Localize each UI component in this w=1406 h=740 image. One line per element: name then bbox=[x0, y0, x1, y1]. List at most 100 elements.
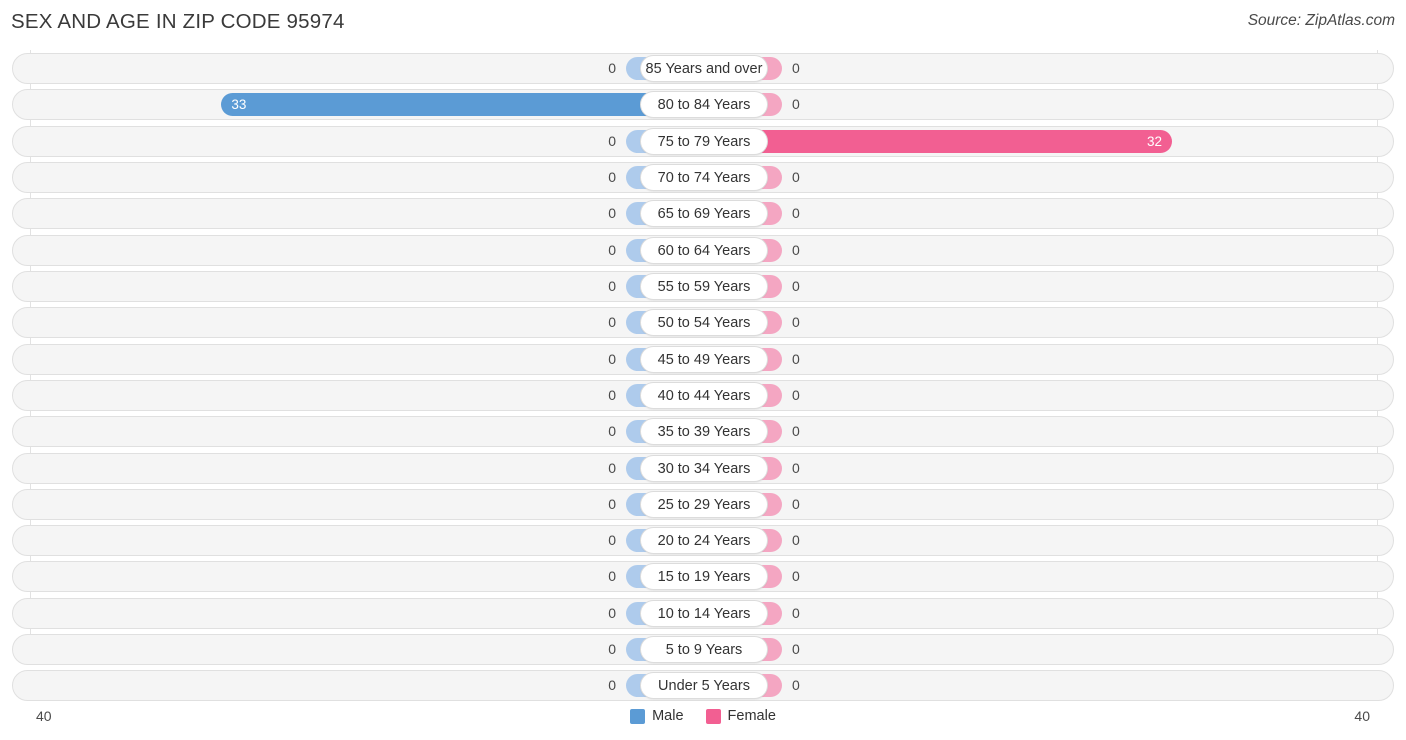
legend-swatch-female-icon bbox=[705, 708, 721, 724]
bar-value-female: 0 bbox=[792, 60, 800, 76]
row-content: 0 0 50 to 54 Years bbox=[13, 308, 1395, 337]
bar-value-male: 0 bbox=[608, 532, 616, 549]
age-group-label: Under 5 Years bbox=[640, 672, 768, 700]
table-row[interactable]: 0 0 35 to 39 Years bbox=[12, 416, 1395, 448]
page-title: SEX AND AGE IN ZIP CODE 95974 bbox=[11, 10, 345, 33]
bar-value-female: 0 bbox=[792, 241, 800, 258]
age-group-label: 85 Years and over bbox=[640, 55, 768, 82]
bar-value-female: 0 bbox=[792, 96, 800, 113]
bar-value-male: 33 bbox=[231, 97, 247, 113]
age-group-label: 55 to 59 Years bbox=[640, 272, 768, 300]
age-group-label: 35 to 39 Years bbox=[640, 418, 768, 446]
row-content: 0 0 65 to 69 Years bbox=[13, 199, 1395, 228]
table-row[interactable]: 0 0 70 to 74 Years bbox=[12, 161, 1394, 193]
bar-value-female: 0 bbox=[792, 641, 800, 658]
row-content: 33 0 80 to 84 Years bbox=[13, 90, 1395, 119]
table-row[interactable]: 0 0 50 to 54 Years bbox=[12, 307, 1395, 339]
bar-value-female: 0 bbox=[792, 277, 800, 294]
bar-value-male: 0 bbox=[608, 241, 616, 258]
bar-value-female: 32 bbox=[1146, 133, 1162, 149]
row-content: 0 32 75 to 79 Years bbox=[13, 127, 1395, 156]
bar-value-male: 0 bbox=[608, 604, 616, 621]
table-row[interactable]: 0 0 65 to 69 Years bbox=[12, 198, 1395, 230]
bar-value-male: 0 bbox=[608, 314, 616, 331]
table-row[interactable]: 33 0 80 to 84 Years bbox=[12, 89, 1395, 121]
bar-value-female: 0 bbox=[792, 459, 800, 476]
bar-value-male: 0 bbox=[608, 677, 616, 694]
legend-item-female[interactable]: Female bbox=[705, 708, 776, 724]
age-group-label: 25 to 29 Years bbox=[640, 490, 768, 518]
bar-value-female: 0 bbox=[792, 568, 800, 585]
row-content: 0 0 20 to 24 Years bbox=[13, 526, 1395, 555]
chart-footer: 40 40 Male Female bbox=[0, 703, 1406, 740]
bar-male[interactable] bbox=[221, 93, 704, 117]
row-content: 0 0 Under 5 Years bbox=[13, 671, 1395, 700]
bar-value-male: 0 bbox=[608, 132, 616, 149]
bar-value-female: 0 bbox=[792, 532, 800, 549]
legend-swatch-male-icon bbox=[630, 708, 646, 724]
row-content: 0 0 25 to 29 Years bbox=[13, 490, 1395, 519]
row-content: 0 0 10 to 14 Years bbox=[13, 599, 1395, 628]
source-attribution: Source: ZipAtlas.com bbox=[1247, 12, 1395, 29]
table-row[interactable]: 0 0 20 to 24 Years bbox=[12, 525, 1395, 557]
row-content: 0 0 35 to 39 Years bbox=[13, 417, 1395, 446]
bar-value-male: 0 bbox=[608, 168, 616, 185]
bar-value-female: 0 bbox=[792, 386, 800, 403]
bar-value-female: 0 bbox=[792, 205, 800, 222]
table-row[interactable]: 0 0 55 to 59 Years bbox=[12, 270, 1395, 302]
age-group-label: 70 to 74 Years bbox=[640, 163, 768, 191]
age-group-label: 20 to 24 Years bbox=[640, 527, 768, 555]
bar-value-male: 0 bbox=[608, 60, 616, 76]
bar-value-female: 0 bbox=[792, 350, 800, 367]
bar-value-female: 0 bbox=[792, 677, 800, 694]
bar-value-male: 0 bbox=[608, 568, 616, 585]
age-group-label: 80 to 84 Years bbox=[640, 91, 768, 119]
age-group-label: 10 to 14 Years bbox=[640, 599, 768, 627]
bar-value-male: 0 bbox=[608, 205, 616, 222]
table-row[interactable]: 0 0 45 to 49 Years bbox=[12, 343, 1395, 375]
age-group-label: 5 to 9 Years bbox=[640, 636, 768, 664]
age-group-label: 40 to 44 Years bbox=[640, 381, 768, 409]
row-content: 0 0 5 to 9 Years bbox=[13, 635, 1395, 664]
bar-value-male: 0 bbox=[608, 423, 616, 440]
bar-value-male: 0 bbox=[608, 350, 616, 367]
table-row[interactable]: 0 0 85 Years and over bbox=[12, 53, 1394, 84]
bar-value-female: 0 bbox=[792, 168, 800, 185]
bar-value-female: 0 bbox=[792, 604, 800, 621]
bar-value-male: 0 bbox=[608, 495, 616, 512]
table-row[interactable]: 0 0 15 to 19 Years bbox=[12, 561, 1395, 593]
row-content: 0 0 40 to 44 Years bbox=[13, 381, 1395, 410]
legend-label-male: Male bbox=[652, 708, 684, 724]
age-group-label: 30 to 34 Years bbox=[640, 454, 768, 482]
chart-page: SEX AND AGE IN ZIP CODE 95974 Source: Zi… bbox=[0, 0, 1406, 740]
row-content: 0 0 60 to 64 Years bbox=[13, 236, 1395, 265]
chart-header: SEX AND AGE IN ZIP CODE 95974 Source: Zi… bbox=[0, 0, 1406, 46]
row-content: 0 0 45 to 49 Years bbox=[13, 345, 1395, 374]
row-content: 0 0 15 to 19 Years bbox=[13, 562, 1395, 591]
table-row[interactable]: 0 0 40 to 44 Years bbox=[12, 379, 1395, 411]
row-content: 0 0 30 to 34 Years bbox=[13, 454, 1395, 483]
chart-plot-area: 0 0 85 Years and over 33 0 80 to 84 Years 0 32 7… bbox=[0, 50, 1406, 703]
row-content: 0 0 85 Years and over bbox=[13, 54, 1395, 83]
table-row[interactable]: 0 0 10 to 14 Years bbox=[12, 597, 1395, 629]
bar-value-female: 0 bbox=[792, 495, 800, 512]
age-group-label: 65 to 69 Years bbox=[640, 200, 768, 228]
table-row[interactable]: 0 0 25 to 29 Years bbox=[12, 488, 1395, 520]
table-row[interactable]: 0 0 Under 5 Years bbox=[12, 670, 1395, 702]
bar-value-male: 0 bbox=[608, 277, 616, 294]
row-content: 0 0 55 to 59 Years bbox=[13, 272, 1395, 301]
age-group-label: 60 to 64 Years bbox=[640, 236, 768, 264]
legend-label-female: Female bbox=[727, 708, 776, 724]
bar-value-female: 0 bbox=[792, 314, 800, 331]
bar-value-male: 0 bbox=[608, 386, 616, 403]
table-row[interactable]: 0 0 30 to 34 Years bbox=[12, 452, 1395, 484]
bar-value-male: 0 bbox=[608, 641, 616, 658]
legend-item-male[interactable]: Male bbox=[630, 708, 684, 724]
table-row[interactable]: 0 32 75 to 79 Years bbox=[12, 125, 1395, 157]
age-group-label: 75 to 79 Years bbox=[640, 127, 768, 155]
bar-value-male: 0 bbox=[608, 459, 616, 476]
bar-value-female: 0 bbox=[792, 423, 800, 440]
table-row[interactable]: 0 0 60 to 64 Years bbox=[12, 234, 1395, 266]
age-group-label: 45 to 49 Years bbox=[640, 345, 768, 373]
table-row[interactable]: 0 0 5 to 9 Years bbox=[12, 634, 1395, 666]
